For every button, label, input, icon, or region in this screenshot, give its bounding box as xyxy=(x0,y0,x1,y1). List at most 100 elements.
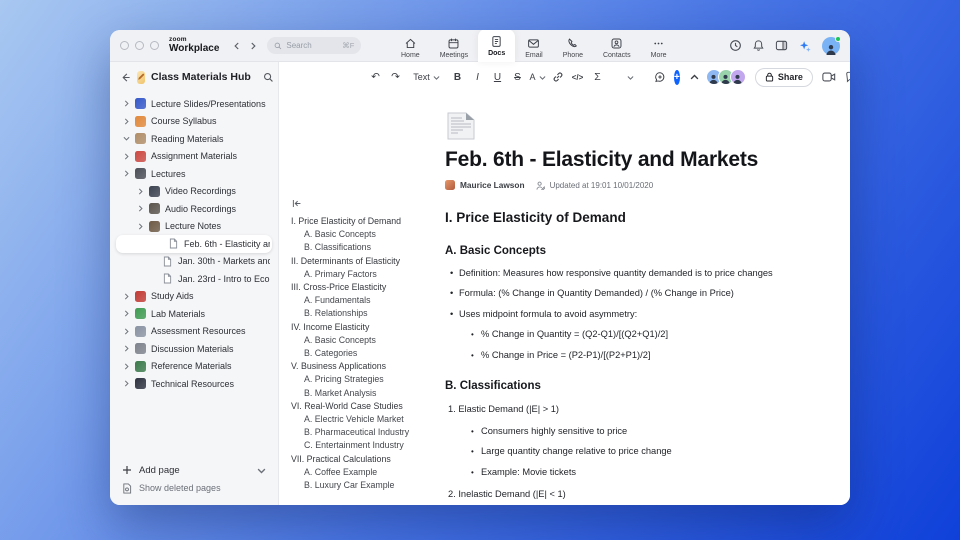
doc-bullet-item[interactable]: % Change in Quantity = (Q2-Q1)/[(Q2+Q1)/… xyxy=(445,329,810,339)
doc-bullet-item[interactable]: Formula: (% Change in Quantity Demanded)… xyxy=(445,288,810,298)
back-arrow-icon[interactable] xyxy=(120,72,131,83)
sidebar-item-course-syllabus[interactable]: Course Syllabus xyxy=(110,113,278,131)
window-close-button[interactable] xyxy=(120,41,129,50)
sidebar-item-reference-materials[interactable]: Reference Materials xyxy=(110,358,278,376)
toc-item-b-luxury-car-example[interactable]: B. Luxury Car Example xyxy=(291,479,433,492)
chevron-right-icon[interactable] xyxy=(122,363,130,370)
undo-button[interactable]: ↶ xyxy=(367,68,384,86)
sidebar-item-jan-30th-markets-and-p[interactable]: Jan. 30th - Markets and P... xyxy=(110,253,278,271)
chevron-right-icon[interactable] xyxy=(122,153,130,160)
doc-bullet-item[interactable]: Uses midpoint formula to avoid asymmetry… xyxy=(445,309,810,319)
toc-item-b-classifications[interactable]: B. Classifications xyxy=(291,241,433,254)
sidebar-item-lecture-notes[interactable]: Lecture Notes xyxy=(110,218,278,236)
toc-item-a-fundamentals[interactable]: A. Fundamentals xyxy=(291,294,433,307)
window-minimize-button[interactable] xyxy=(135,41,144,50)
equation-button[interactable]: Σ xyxy=(589,68,606,86)
toc-item-b-categories[interactable]: B. Categories xyxy=(291,347,433,360)
doc-heading-2[interactable]: B. Classifications xyxy=(445,380,810,392)
nav-back-button[interactable] xyxy=(229,38,245,54)
doc-bullet-item[interactable]: Definition: Measures how responsive quan… xyxy=(445,268,810,278)
notifications-bell-icon[interactable] xyxy=(752,39,765,52)
share-button[interactable]: Share xyxy=(754,67,813,87)
nav-forward-button[interactable] xyxy=(245,38,261,54)
video-call-icon[interactable] xyxy=(822,71,836,83)
comment-button[interactable] xyxy=(651,68,668,86)
italic-button[interactable]: I xyxy=(469,68,486,86)
doc-bullet-item[interactable]: % Change in Price = (P2-P1)/[(P2+P1)/2] xyxy=(445,350,810,360)
chevron-right-icon[interactable] xyxy=(136,188,144,195)
doc-bullet-item[interactable]: Example: Movie tickets xyxy=(445,467,810,477)
sidebar-item-lecture-slides-presentations[interactable]: Lecture Slides/Presentations xyxy=(110,95,278,113)
redo-button[interactable]: ↷ xyxy=(387,68,404,86)
toc-item-a-electric-vehicle-market[interactable]: A. Electric Vehicle Market xyxy=(291,413,433,426)
chevron-right-icon[interactable] xyxy=(122,345,130,352)
ai-companion-sparkle-icon[interactable] xyxy=(798,39,812,53)
sidebar-item-feb-6th-elasticity-and-m[interactable]: Feb. 6th - Elasticity and M... xyxy=(116,235,272,253)
sidebar-item-assignment-materials[interactable]: Assignment Materials xyxy=(110,148,278,166)
bold-button[interactable]: B xyxy=(449,68,466,86)
text-color-dropdown[interactable]: A xyxy=(529,68,546,86)
toc-item-iii-cross-price-elasticity[interactable]: III. Cross-Price Elasticity xyxy=(291,281,433,294)
underline-button[interactable]: U xyxy=(489,68,506,86)
chevron-right-icon[interactable] xyxy=(122,100,130,107)
toc-item-a-pricing-strategies[interactable]: A. Pricing Strategies xyxy=(291,373,433,386)
side-panel-icon[interactable] xyxy=(775,39,788,52)
toc-item-vii-practical-calculations[interactable]: VII. Practical Calculations xyxy=(291,453,433,466)
toc-item-v-business-applications[interactable]: V. Business Applications xyxy=(291,360,433,373)
chevron-down-icon[interactable] xyxy=(122,135,130,142)
tab-phone[interactable]: Phone xyxy=(553,34,593,62)
chevron-right-icon[interactable] xyxy=(122,118,130,125)
chevron-right-icon[interactable] xyxy=(122,310,130,317)
chat-icon[interactable] xyxy=(845,71,850,83)
toc-item-iv-income-elasticity[interactable]: IV. Income Elasticity xyxy=(291,321,433,334)
sidebar-item-lectures[interactable]: Lectures xyxy=(110,165,278,183)
sidebar-item-assessment-resources[interactable]: Assessment Resources xyxy=(110,323,278,341)
history-icon[interactable] xyxy=(729,39,742,52)
doc-heading-1[interactable]: I. Price Elasticity of Demand xyxy=(445,210,810,225)
strikethrough-button[interactable]: S xyxy=(509,68,526,86)
collapse-toolbar-button[interactable] xyxy=(686,68,703,86)
toc-item-a-primary-factors[interactable]: A. Primary Factors xyxy=(291,268,433,281)
text-style-dropdown[interactable]: Text xyxy=(413,68,440,86)
add-page-button[interactable]: Add page xyxy=(122,461,266,479)
chevron-down-icon[interactable] xyxy=(257,466,266,475)
sidebar-item-video-recordings[interactable]: Video Recordings xyxy=(110,183,278,201)
toc-item-c-entertainment-industry[interactable]: C. Entertainment Industry xyxy=(291,439,433,452)
chevron-right-icon[interactable] xyxy=(122,380,130,387)
sidebar-item-reading-materials[interactable]: Reading Materials xyxy=(110,130,278,148)
tab-meetings[interactable]: Meetings xyxy=(430,34,478,62)
tab-contacts[interactable]: Contacts xyxy=(593,34,641,62)
sidebar-item-lab-materials[interactable]: Lab Materials xyxy=(110,305,278,323)
sidebar-item-technical-resources[interactable]: Technical Resources xyxy=(110,375,278,393)
toc-item-b-relationships[interactable]: B. Relationships xyxy=(291,307,433,320)
tab-more[interactable]: More xyxy=(641,34,677,62)
doc-numbered-item[interactable]: 2. Inelastic Demand (|E| < 1) xyxy=(445,489,810,499)
toc-item-a-basic-concepts[interactable]: A. Basic Concepts xyxy=(291,228,433,241)
toc-item-ii-determinants-of-elasticity[interactable]: II. Determinants of Elasticity xyxy=(291,255,433,268)
doc-bullet-item[interactable]: Large quantity change relative to price … xyxy=(445,446,810,456)
document-title[interactable]: Feb. 6th - Elasticity and Markets xyxy=(445,148,810,172)
chevron-right-icon[interactable] xyxy=(122,170,130,177)
list-format-dropdown[interactable] xyxy=(620,68,637,86)
collaborator-3-avatar[interactable] xyxy=(729,69,746,85)
toc-collapse-icon[interactable] xyxy=(291,198,433,209)
toc-item-a-basic-concepts[interactable]: A. Basic Concepts xyxy=(291,334,433,347)
document-blocks[interactable]: I. Price Elasticity of Demand A. Basic Co… xyxy=(445,210,810,499)
sidebar-item-jan-23rd-intro-to-econo[interactable]: Jan. 23rd - Intro to Econo... xyxy=(110,270,278,288)
sidebar-item-audio-recordings[interactable]: Audio Recordings xyxy=(110,200,278,218)
chevron-right-icon[interactable] xyxy=(122,293,130,300)
global-search-input[interactable]: Search ⌘F xyxy=(267,37,362,54)
window-zoom-button[interactable] xyxy=(150,41,159,50)
doc-heading-2[interactable]: A. Basic Concepts xyxy=(445,245,810,257)
user-avatar[interactable] xyxy=(822,35,841,55)
chevron-right-icon[interactable] xyxy=(136,223,144,230)
toc-item-b-market-analysis[interactable]: B. Market Analysis xyxy=(291,387,433,400)
sidebar-item-study-aids[interactable]: Study Aids xyxy=(110,288,278,306)
sidebar-search-icon[interactable] xyxy=(263,72,274,83)
toc-item-a-coffee-example[interactable]: A. Coffee Example xyxy=(291,466,433,479)
tab-home[interactable]: Home xyxy=(391,34,430,62)
toc-item-b-pharmaceutical-industry[interactable]: B. Pharmaceutical Industry xyxy=(291,426,433,439)
show-deleted-pages-button[interactable]: Show deleted pages xyxy=(122,479,266,497)
insert-block-button[interactable]: + xyxy=(674,69,680,85)
doc-numbered-item[interactable]: 1. Elastic Demand (|E| > 1) xyxy=(445,404,810,414)
